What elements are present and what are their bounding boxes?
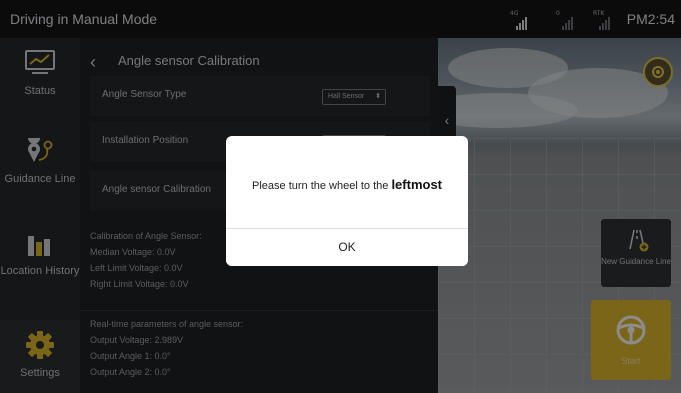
ok-button[interactable]: OK (226, 229, 468, 266)
dialog-message: Please turn the wheel to the leftmost (226, 177, 468, 192)
dialog-message-emphasis: leftmost (391, 177, 442, 192)
dialog-message-text: Please turn the wheel to the (252, 180, 392, 192)
calibration-dialog: Please turn the wheel to the leftmost OK (226, 136, 468, 266)
